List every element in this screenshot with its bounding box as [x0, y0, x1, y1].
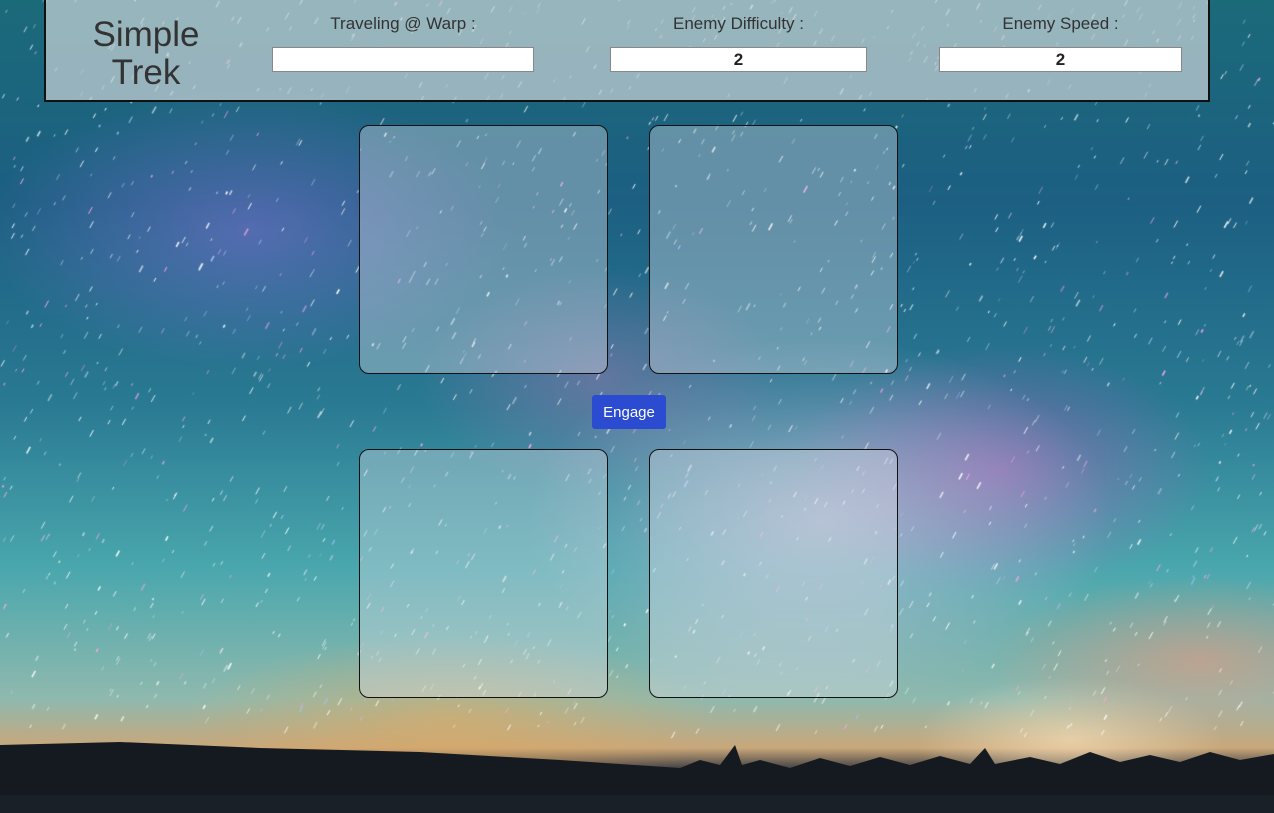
engage-button[interactable]: Engage — [592, 395, 666, 429]
quadrant-panel-bottom-left — [359, 449, 608, 698]
speed-control: Enemy Speed : — [939, 14, 1182, 72]
warp-label: Traveling @ Warp : — [330, 14, 476, 33]
header-bar: Simple Trek Traveling @ Warp : Enemy Dif… — [44, 0, 1210, 102]
difficulty-label: Enemy Difficulty : — [672, 14, 804, 33]
warp-input[interactable] — [272, 47, 534, 72]
app-title-line1: Simple — [92, 15, 200, 54]
quadrant-panel-bottom-right — [649, 449, 898, 698]
quadrant-panel-top-right — [649, 125, 898, 374]
speed-input[interactable] — [939, 47, 1182, 72]
quadrant-panel-top-left — [359, 125, 608, 374]
app-title-line2: Trek — [111, 53, 181, 92]
difficulty-input[interactable] — [610, 47, 867, 72]
speed-label: Enemy Speed : — [1002, 14, 1119, 33]
warp-control: Traveling @ Warp : — [272, 14, 534, 72]
app-title: Simple Trek — [76, 16, 216, 92]
difficulty-control: Enemy Difficulty : — [610, 14, 867, 72]
